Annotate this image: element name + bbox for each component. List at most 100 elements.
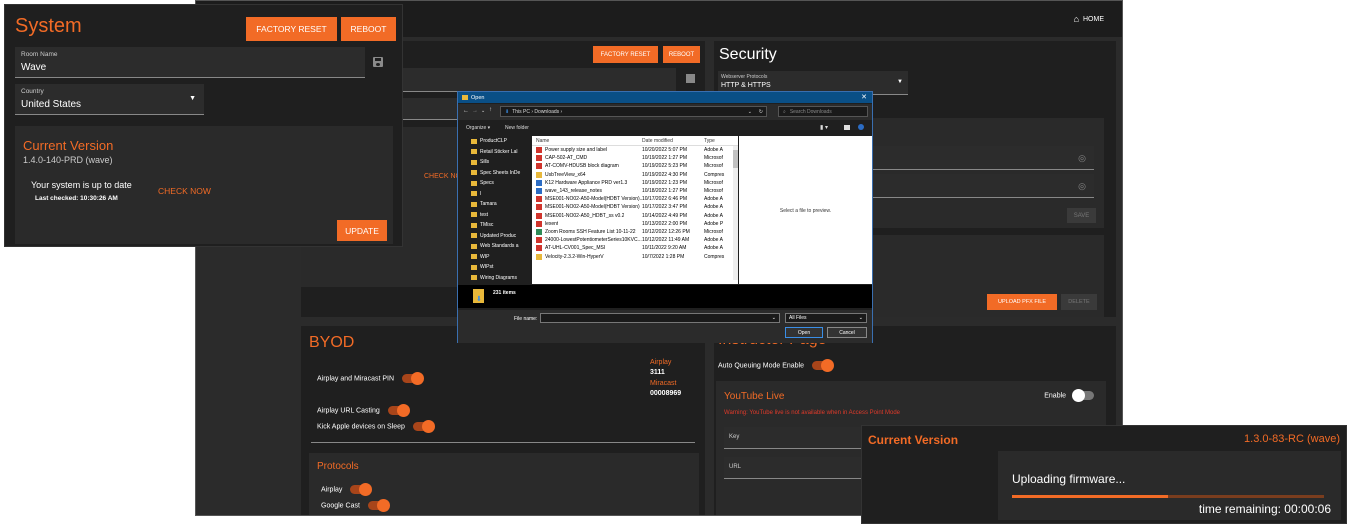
file-row[interactable]: wave_143_release_notes 10/18/2022 1:27 PM…	[532, 187, 738, 195]
visibility-off-icon[interactable]: ◎	[1078, 153, 1086, 164]
tree-item[interactable]: test	[471, 210, 532, 221]
nav-up-icon[interactable]: ↑	[489, 107, 492, 113]
address-row: ← → ⌄ ↑ ⬇ This PC › Downloads › ⌄ ↻ ⌕ Se…	[458, 104, 872, 120]
view-options-icon[interactable]: ▮ ▾	[820, 124, 828, 131]
delete-button[interactable]: DELETE	[1061, 294, 1097, 310]
file-row[interactable]: AT-UHL-CV001_Spec_MSI 10/11/2022 9:20 AM A…	[532, 244, 738, 252]
tree-item[interactable]: Spec Sheets InDe	[471, 168, 532, 179]
firmware-progress-track	[1012, 495, 1324, 498]
preview-pane-icon[interactable]	[844, 125, 850, 130]
folder-icon	[471, 264, 477, 270]
tree-item[interactable]: Tamara	[471, 199, 532, 210]
help-icon[interactable]	[858, 124, 864, 130]
airplay-miracast-pin-toggle[interactable]	[401, 372, 424, 385]
file-row[interactable]: 24000-LowestPotentiometerSeries10KVC... 1…	[532, 236, 738, 244]
file-row[interactable]: K12 Hardware Appliance PRD ver1.3 10/19/2…	[532, 179, 738, 187]
col-date-header[interactable]: Date modified	[642, 138, 704, 144]
tree-item[interactable]: I	[471, 189, 532, 200]
file-row[interactable]: AT-COMV-HDUSB block diagram 10/19/2022 5:…	[532, 162, 738, 170]
nav-recent-icon[interactable]: ⌄	[481, 108, 485, 114]
factory-reset-button[interactable]: FACTORY RESET	[246, 17, 337, 41]
refresh-icon[interactable]: ↻	[759, 109, 763, 115]
file-type: Microsof	[704, 179, 723, 186]
tree-item[interactable]: Web Standards a	[471, 241, 532, 252]
save-icon[interactable]	[373, 57, 383, 67]
auto-queue-toggle[interactable]	[811, 359, 834, 372]
details-bar: ⬇ 231 items	[458, 285, 872, 308]
file-name: 24000-LowestPotentiometerSeries10KVC...	[545, 237, 642, 244]
file-date: 10/12/2022 12:26 PM	[642, 228, 690, 235]
file-row[interactable]: MSE001-NO02-A50-Model(HDBT Version) 10/17…	[532, 203, 738, 211]
tree-item[interactable]: ProductCLP	[471, 136, 532, 147]
kick-apple-toggle[interactable]	[412, 420, 435, 433]
file-type-filter[interactable]: All Files ⌄	[785, 313, 867, 323]
tree-item[interactable]: WIP	[471, 252, 532, 263]
update-button[interactable]: UPDATE	[337, 220, 387, 241]
tree-item[interactable]: TMisc	[471, 220, 532, 231]
bg-reboot-button[interactable]: REBOOT	[663, 46, 700, 63]
chevron-down-icon[interactable]: ⌄	[772, 315, 776, 321]
save-button[interactable]: SAVE	[1067, 208, 1096, 223]
new-folder-button[interactable]: New folder	[505, 125, 529, 131]
airplay-url-casting-toggle[interactable]	[387, 404, 410, 417]
tree-item-label: test	[480, 211, 489, 218]
country-select[interactable]: Country United States ▼	[15, 84, 204, 115]
tree-item[interactable]: Updated Produc	[471, 231, 532, 242]
room-name-label: Room Name	[21, 51, 58, 58]
home-link[interactable]: ⌂ HOME	[1074, 14, 1104, 24]
protocol-airplay-toggle[interactable]	[350, 483, 373, 496]
file-row[interactable]: Velocity-2.3.2-Win-HyperV 10/7/2022 1:28 …	[532, 252, 738, 260]
protocol-gcast-row: Google Cast	[321, 499, 390, 512]
file-type: Microsof	[704, 228, 723, 235]
file-row[interactable]: Zoom Rooms SSH Feature List 10-11-22 10/1…	[532, 228, 738, 236]
upload-pfx-button[interactable]: UPLOAD PFX FILE	[987, 294, 1057, 310]
organize-menu[interactable]: Organize ▾	[466, 125, 490, 131]
col-name-header[interactable]: Name	[532, 138, 642, 144]
protocol-airplay-row: Airplay	[321, 483, 373, 496]
col-type-header[interactable]: Type	[704, 138, 732, 144]
check-now-button[interactable]: CHECK NOW	[158, 186, 211, 196]
cancel-button[interactable]: Cancel	[827, 327, 867, 338]
file-name: Zoom Rooms SSH Feature List 10-11-22	[545, 228, 636, 235]
protocol-gcast-toggle[interactable]	[367, 499, 390, 512]
file-row[interactable]: CAP-502-AT_CMD 10/19/2022 1:27 PM Microsof	[532, 154, 738, 162]
dialog-toolbar: Organize ▾ New folder ▮ ▾	[458, 122, 872, 134]
file-name-input[interactable]: ⌄	[540, 313, 780, 323]
close-icon[interactable]: ✕	[861, 93, 867, 101]
scrollbar-thumb[interactable]	[733, 150, 738, 168]
nav-forward-icon[interactable]: →	[472, 108, 478, 114]
cert-password-field-2[interactable]: ◎	[869, 174, 1094, 198]
folder-icon: ⬇	[473, 289, 484, 303]
kick-apple-label: Kick Apple devices on Sleep	[317, 423, 405, 431]
tree-item[interactable]: Retail Sticker Lal	[471, 147, 532, 158]
file-date: 10/19/2022 4:30 PM	[642, 171, 688, 178]
file-row[interactable]: MSE001-NO02-A50-Model(HDBT Version)... 10…	[532, 195, 738, 203]
visibility-off-icon[interactable]: ◎	[1078, 181, 1086, 192]
tree-item[interactable]: WIPst	[471, 262, 532, 273]
protocol-airplay-label: Airplay	[321, 486, 343, 494]
file-row[interactable]: MSE001-NO02-A50_HDBT_ss v0.2 10/14/2022 4…	[532, 212, 738, 220]
file-row[interactable]: UsbTreeView_x64 10/19/2022 4:30 PM Compres	[532, 171, 738, 179]
file-row[interactable]: Power supply size and label 10/20/2022 5:…	[532, 146, 738, 154]
tree-item[interactable]: Sills	[471, 157, 532, 168]
open-button[interactable]: Open	[785, 327, 823, 338]
file-list-header: Name Date modified Type	[532, 136, 738, 146]
airplay-code-label: Airplay	[650, 359, 672, 366]
dialog-title-bar: Open ✕	[458, 92, 872, 103]
file-row[interactable]: lexent 10/13/2022 2:00 PM Adobe P	[532, 220, 738, 228]
room-name-field[interactable]: Room Name Wave	[15, 47, 365, 78]
bg-save-icon[interactable]	[686, 74, 695, 83]
tree-item[interactable]: Specs	[471, 178, 532, 189]
address-bar[interactable]: ⬇ This PC › Downloads › ⌄ ↻	[500, 106, 767, 117]
search-box[interactable]: ⌕ Search Downloads	[778, 106, 868, 117]
tree-item[interactable]: Wiring Diagrams	[471, 273, 532, 284]
cert-password-field-1[interactable]: ◎	[869, 146, 1094, 170]
system-title: System	[15, 15, 82, 37]
youtube-enable-toggle[interactable]	[1072, 389, 1094, 402]
nav-back-icon[interactable]: ←	[463, 108, 469, 114]
chevron-down-icon[interactable]: ⌄	[748, 109, 752, 115]
bg-factory-reset-button[interactable]: FACTORY RESET	[593, 46, 658, 63]
scrollbar[interactable]	[733, 146, 738, 280]
reboot-button[interactable]: REBOOT	[341, 17, 396, 41]
folder-icon	[471, 233, 477, 239]
